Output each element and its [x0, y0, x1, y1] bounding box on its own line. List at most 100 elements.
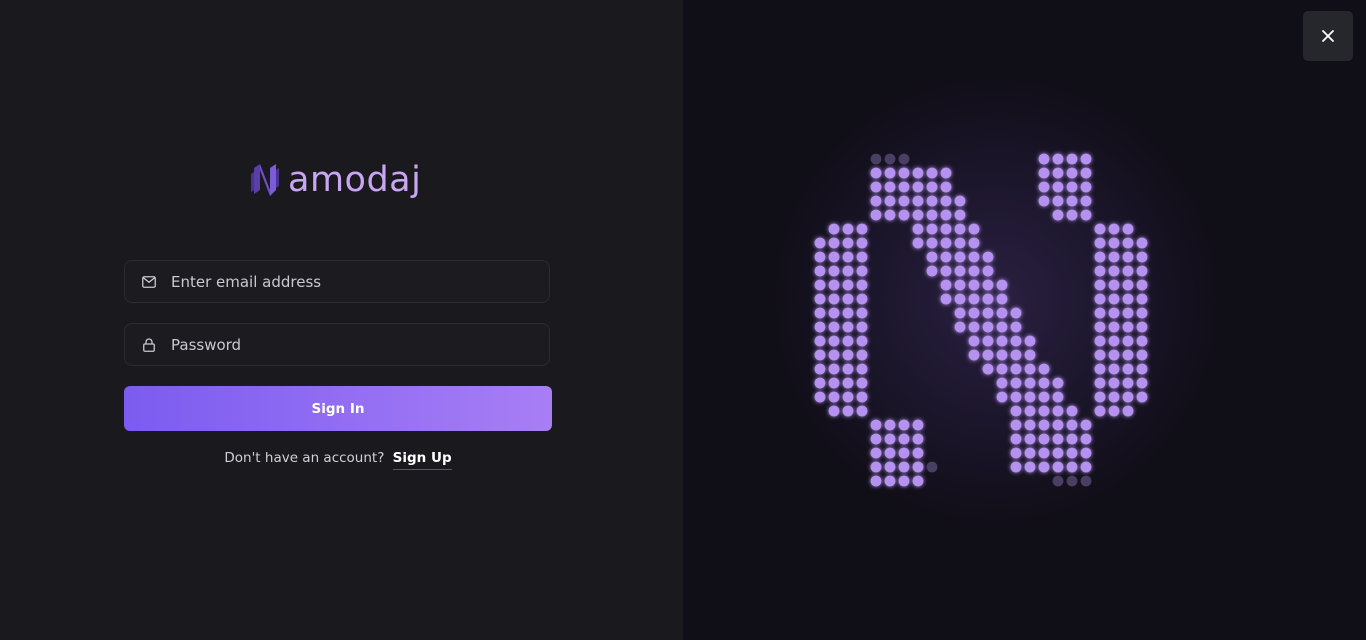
logo-dot	[1094, 363, 1106, 375]
logo-dot	[856, 391, 868, 403]
email-input[interactable]	[171, 272, 531, 291]
logo-dot	[828, 335, 840, 347]
logo-dot	[884, 209, 896, 221]
logo-dot	[1108, 279, 1120, 291]
logo-dot	[1108, 251, 1120, 263]
logo-dot	[1010, 363, 1022, 375]
logo-dot	[912, 181, 924, 193]
logo-dot	[1038, 447, 1050, 459]
logo-dot	[940, 223, 952, 235]
logo-dot	[1108, 405, 1120, 417]
logo-dot	[926, 265, 938, 277]
logo-dot	[870, 195, 882, 207]
logo-dot	[1094, 265, 1106, 277]
logo-dot	[898, 195, 910, 207]
logo-dot	[1024, 377, 1036, 389]
logo-dot	[926, 195, 938, 207]
logo-dot	[870, 209, 882, 221]
logo-dot	[1038, 181, 1050, 193]
logo-dot	[1052, 377, 1064, 389]
logo-dot	[1094, 251, 1106, 263]
logo-dot	[1122, 279, 1134, 291]
logo-dot	[828, 223, 840, 235]
dot-matrix-logo	[814, 153, 1148, 487]
logo-dot	[856, 363, 868, 375]
logo-dot	[982, 279, 994, 291]
logo-dot	[870, 419, 882, 431]
logo-dot	[828, 321, 840, 333]
logo-dot	[954, 307, 966, 319]
logo-dot	[968, 307, 980, 319]
logo-dot	[996, 377, 1008, 389]
logo-dot	[842, 237, 854, 249]
logo-dot	[954, 321, 966, 333]
logo-dot	[814, 265, 826, 277]
logo-dot	[1108, 391, 1120, 403]
logo-dot	[898, 475, 910, 487]
logo-mark-icon	[251, 164, 279, 196]
logo-dot	[926, 251, 938, 263]
logo-dot	[1052, 153, 1064, 165]
logo-dot	[1136, 307, 1148, 319]
logo-dot	[996, 363, 1008, 375]
logo-dot	[856, 237, 868, 249]
logo-dot	[982, 307, 994, 319]
logo-dot	[996, 279, 1008, 291]
logo-dot	[1024, 447, 1036, 459]
logo-dot	[870, 461, 882, 473]
logo-dot	[1038, 167, 1050, 179]
logo-dot	[842, 335, 854, 347]
logo-dot	[828, 237, 840, 249]
logo-dot	[814, 237, 826, 249]
logo-dot	[898, 181, 910, 193]
email-field[interactable]	[124, 260, 550, 303]
logo-dot	[968, 321, 980, 333]
logo-dot	[968, 293, 980, 305]
logo-dot	[1052, 433, 1064, 445]
logo-dot	[856, 321, 868, 333]
logo-dot	[1038, 419, 1050, 431]
sign-up-prompt: Don't have an account? Sign Up	[124, 450, 552, 470]
logo-dot	[926, 167, 938, 179]
logo-dot	[1066, 433, 1078, 445]
password-input[interactable]	[171, 335, 531, 354]
logo-dot	[898, 461, 910, 473]
logo-dot	[968, 237, 980, 249]
sign-in-button[interactable]: Sign In	[124, 386, 552, 431]
logo-dot	[814, 335, 826, 347]
logo-dot	[1010, 307, 1022, 319]
brand-showcase-panel	[683, 0, 1366, 640]
logo-dot	[968, 349, 980, 361]
logo-dot	[884, 195, 896, 207]
logo-dot	[1052, 209, 1064, 221]
logo-dot	[1010, 349, 1022, 361]
logo-dot	[870, 475, 882, 487]
logo-dot	[1066, 167, 1078, 179]
logo-dot	[940, 195, 952, 207]
logo-dot	[912, 475, 924, 487]
logo-dot	[814, 377, 826, 389]
logo-dot	[982, 349, 994, 361]
logo-dot	[1136, 265, 1148, 277]
logo-dot	[1010, 377, 1022, 389]
logo-dot	[1122, 321, 1134, 333]
logo-dot	[870, 433, 882, 445]
logo-dot	[856, 307, 868, 319]
logo-dot	[1066, 461, 1078, 473]
sign-up-link[interactable]: Sign Up	[392, 450, 452, 470]
close-button[interactable]	[1303, 11, 1353, 61]
logo-dot	[1052, 419, 1064, 431]
logo-dot	[870, 181, 882, 193]
logo-dot	[842, 307, 854, 319]
logo-dot	[1108, 335, 1120, 347]
logo-dot	[1136, 377, 1148, 389]
logo-dot	[1136, 279, 1148, 291]
logo-dot	[1094, 335, 1106, 347]
password-field[interactable]	[124, 323, 550, 366]
logo-dot	[884, 461, 896, 473]
logo-dot	[828, 377, 840, 389]
logo-dot	[1024, 335, 1036, 347]
logo-dot	[982, 251, 994, 263]
logo-dot	[842, 349, 854, 361]
logo-dot	[1080, 153, 1092, 165]
